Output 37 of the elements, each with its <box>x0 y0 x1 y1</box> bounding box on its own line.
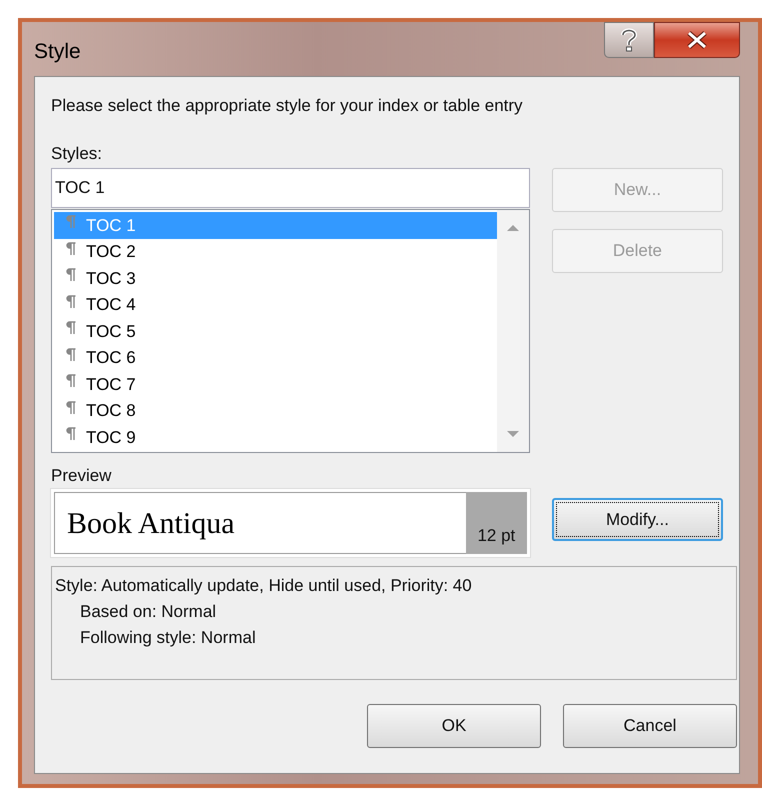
style-list-item[interactable]: TOC 7 <box>54 371 497 398</box>
preview-text: Book Antiqua <box>67 506 235 542</box>
paragraph-icon <box>66 294 76 309</box>
paragraph-icon <box>66 400 76 415</box>
paragraph-icon <box>66 242 76 256</box>
help-icon <box>620 28 638 52</box>
style-list-item[interactable]: TOC 8 <box>54 398 497 424</box>
paragraph-icon <box>66 268 76 282</box>
paragraph-icon <box>66 427 76 442</box>
description-text: Style: Automatically update, Hide until used, Priority: 40 <box>55 575 473 597</box>
style-list-item[interactable]: TOC 3 <box>54 265 497 292</box>
style-list-item[interactable]: TOC 5 <box>54 318 497 344</box>
paragraph-icon <box>66 321 76 336</box>
paragraph-icon <box>66 215 76 230</box>
scrollbar[interactable] <box>496 210 529 452</box>
modify-button[interactable]: Modify... <box>552 498 723 541</box>
window-title: Style <box>34 39 81 65</box>
style-name-field[interactable]: TOC 1 <box>51 168 530 208</box>
help-button[interactable] <box>604 22 654 58</box>
description-text: Based on: Normal <box>79 601 218 623</box>
instruction-text: Please select the appropriate style for your index or table entry <box>51 95 524 117</box>
dialog-button[interactable]: Cancel <box>563 704 737 748</box>
close-button[interactable] <box>654 22 740 58</box>
scroll-down-icon[interactable] <box>506 430 520 438</box>
paragraph-icon <box>66 348 76 362</box>
style-list-item[interactable]: TOC 9 <box>54 424 497 450</box>
preview-label: Preview <box>51 465 112 487</box>
style-list-item[interactable]: TOC 4 <box>54 292 497 318</box>
close-icon <box>686 31 708 49</box>
size-text: 12 pt <box>477 524 516 546</box>
dialog-button[interactable]: OK <box>367 704 541 748</box>
scroll-up-icon[interactable] <box>506 224 520 232</box>
paragraph-icon <box>66 374 76 388</box>
style-list-item[interactable]: TOC 6 <box>54 344 497 371</box>
description-text: Following style: Normal <box>79 627 257 649</box>
styles-label: Styles: <box>51 143 104 165</box>
style-list-item[interactable]: TOC 2 <box>54 238 497 265</box>
